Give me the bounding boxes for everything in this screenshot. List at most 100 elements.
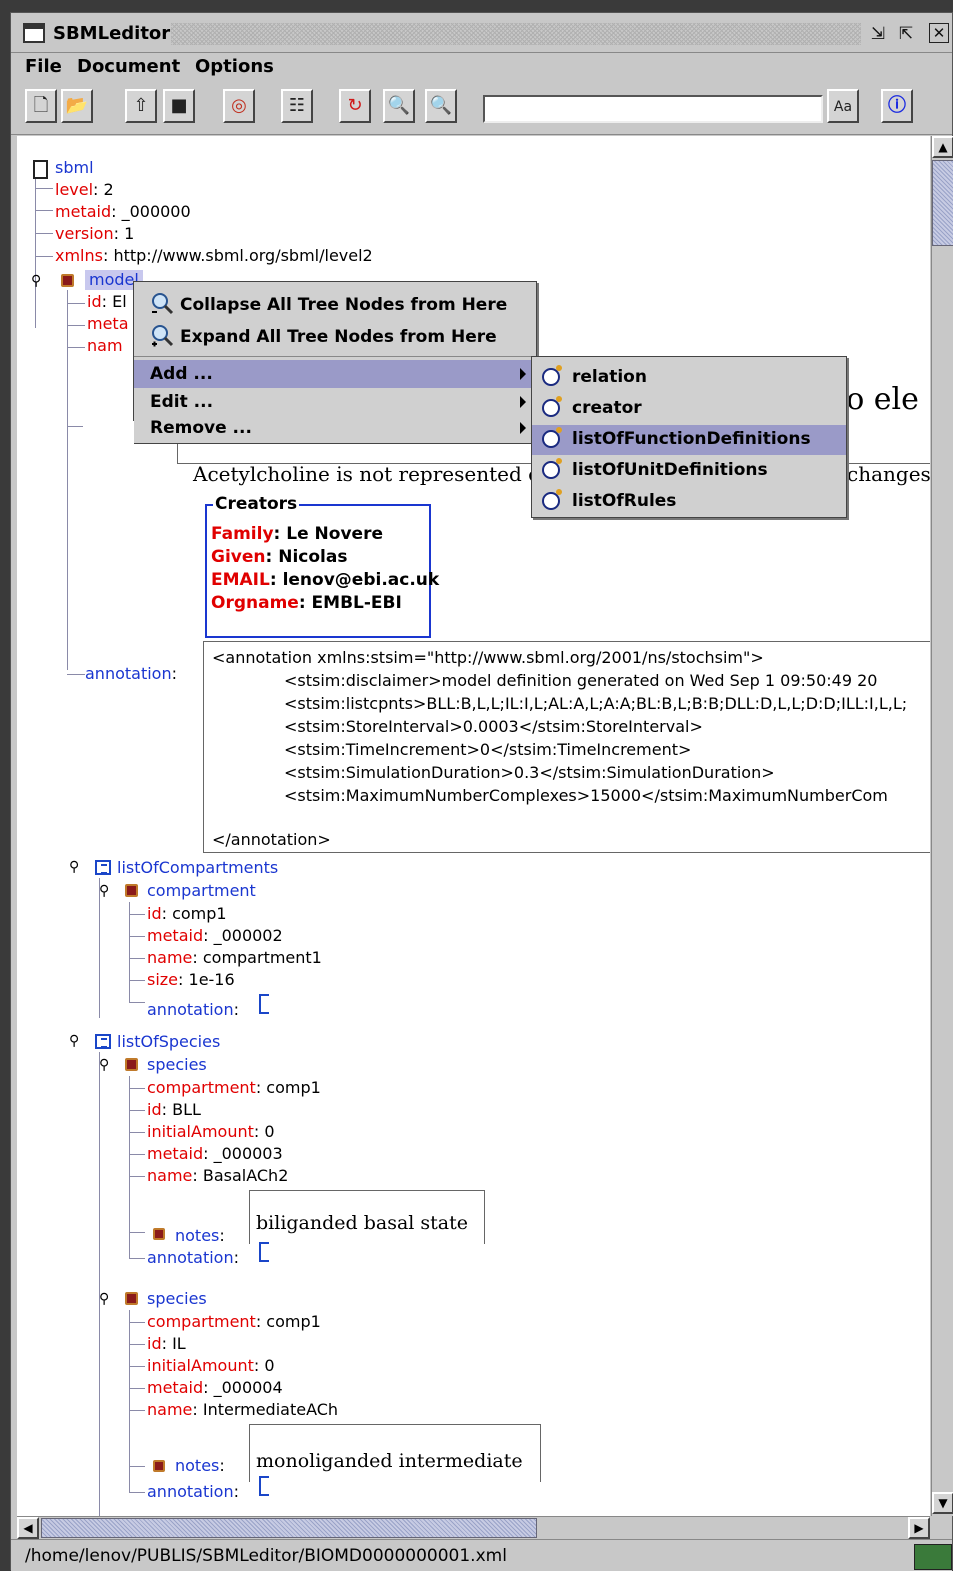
expand-all-item[interactable]: Expand All Tree Nodes from Here [134, 324, 536, 354]
zoom-out-button[interactable]: 🔍 [425, 89, 457, 123]
import-button[interactable]: ⇧ [125, 89, 157, 123]
empty-annotation-bracket[interactable] [259, 994, 269, 1014]
attr-key: metaid [55, 202, 112, 221]
attr-version[interactable]: version: 1 [55, 224, 134, 244]
notes-label[interactable]: notes: [175, 1226, 225, 1244]
attr-value: comp1 [167, 904, 227, 923]
info-button[interactable]: ⓘ [881, 89, 913, 123]
tree-node-species[interactable]: species [147, 1055, 207, 1075]
app-window: SBMLeditor ⇲ ⇱ ✕ File Document Options 🗋… [10, 12, 953, 1571]
import-icon: ⇧ [133, 95, 149, 116]
attr-id[interactable]: id: IL [147, 1334, 186, 1354]
menu-separator [134, 356, 536, 357]
creator-key: Given [211, 547, 266, 567]
open-button[interactable]: 📂 [61, 89, 93, 123]
expand-handle-icon[interactable]: ⚲ [69, 860, 79, 874]
vertical-scroll-thumb[interactable] [932, 160, 953, 246]
vertical-scrollbar[interactable]: ▲ ▼ [931, 136, 953, 1516]
close-icon[interactable]: ✕ [929, 23, 949, 43]
expand-handle-icon[interactable]: ⚲ [99, 1292, 109, 1306]
annotation-label[interactable]: annotation: [85, 664, 177, 684]
expand-handle-icon[interactable]: ⚲ [99, 1058, 109, 1072]
annotation-panel[interactable]: <annotation xmlns:stsim="http://www.sbml… [203, 641, 930, 853]
add-menu-item[interactable]: Add ... [134, 360, 536, 388]
save-button[interactable]: ■ [163, 89, 195, 123]
submenu-item-creator[interactable]: creator [532, 394, 846, 424]
zoom-in-button[interactable]: 🔍 [383, 89, 415, 123]
element-icon [125, 884, 138, 897]
status-bar: /home/lenov/PUBLIS/SBMLeditor/BIOMD00000… [11, 1539, 952, 1571]
collapse-all-item[interactable]: Collapse All Tree Nodes from Here [134, 292, 536, 322]
attr-compartment[interactable]: compartment: comp1 [147, 1312, 321, 1332]
attr-level[interactable]: level: 2 [55, 180, 114, 200]
menu-document[interactable]: Document [77, 56, 180, 77]
tree-node-listOfSpecies[interactable]: listOfSpecies [117, 1032, 220, 1052]
menu-file[interactable]: File [25, 56, 62, 77]
new-document-button[interactable]: 🗋 [25, 89, 57, 123]
attr-id[interactable]: id: comp1 [147, 904, 227, 924]
horizontal-scroll-thumb[interactable] [41, 1518, 537, 1538]
minimize-icon[interactable]: ⇲ [867, 23, 889, 45]
maximize-icon[interactable]: ⇱ [895, 23, 917, 45]
attr-key: initialAmount [147, 1122, 254, 1141]
title-bar[interactable]: SBMLeditor ⇲ ⇱ ✕ [11, 13, 952, 53]
scroll-left-arrow-icon[interactable]: ◀ [17, 1517, 39, 1539]
horizontal-scrollbar[interactable]: ◀ ▶ [17, 1516, 930, 1539]
submenu-item-listOfUnitDefinitions[interactable]: listOfUnitDefinitions [532, 456, 846, 486]
empty-annotation-bracket[interactable] [259, 1242, 269, 1262]
attr-name[interactable]: name: BasalACh2 [147, 1166, 288, 1186]
annotation-key: annotation [147, 1248, 234, 1267]
tree-node-listOfCompartments[interactable]: listOfCompartments [117, 858, 278, 878]
attr-value: _000003 [208, 1144, 283, 1163]
attr-metaid[interactable]: metaid: _000002 [147, 926, 283, 946]
attr-size[interactable]: size: 1e-16 [147, 970, 235, 990]
empty-annotation-bracket[interactable] [259, 1476, 269, 1496]
expand-handle-icon[interactable]: ⚲ [31, 274, 41, 288]
creator-value: : lenov@ebi.ac.uk [269, 570, 440, 590]
menu-options[interactable]: Options [195, 56, 274, 77]
tree-guide [129, 1232, 145, 1233]
remove-menu-item[interactable]: Remove ... [134, 416, 536, 444]
attr-metaid[interactable]: meta [87, 314, 129, 334]
search-input[interactable] [483, 95, 823, 123]
expand-handle-icon[interactable]: ⚲ [99, 884, 109, 898]
tree-guide [35, 188, 53, 189]
attr-name[interactable]: nam [87, 336, 123, 356]
remove-label: Remove ... [150, 418, 252, 438]
notes-label[interactable]: notes: [175, 1456, 225, 1476]
attr-metaid[interactable]: metaid: _000004 [147, 1378, 283, 1398]
tree-node-compartment[interactable]: compartment [147, 881, 256, 901]
attr-id[interactable]: id: El [87, 292, 127, 312]
attr-metaid[interactable]: metaid: _000000 [55, 202, 191, 222]
submenu-item-relation[interactable]: relation [532, 363, 846, 393]
attr-compartment[interactable]: compartment: comp1 [147, 1078, 321, 1098]
tree-node-sbml[interactable]: sbml [55, 158, 94, 178]
attr-xmlns[interactable]: xmlns: http://www.sbml.org/sbml/level2 [55, 246, 373, 266]
element-add-icon [542, 427, 562, 448]
scroll-down-arrow-icon[interactable]: ▼ [932, 1492, 953, 1514]
attr-name[interactable]: name: compartment1 [147, 948, 322, 968]
annotation-label[interactable]: annotation: [147, 1482, 239, 1502]
annotation-label[interactable]: annotation: [147, 1248, 239, 1268]
attr-id[interactable]: id: BLL [147, 1100, 201, 1120]
attr-initialAmount[interactable]: initialAmount: 0 [147, 1356, 275, 1376]
scroll-right-arrow-icon[interactable]: ▶ [908, 1517, 930, 1539]
attr-value: _000004 [208, 1378, 283, 1397]
attr-name[interactable]: name: IntermediateACh [147, 1400, 338, 1420]
properties-button[interactable]: ☷ [281, 89, 313, 123]
scroll-up-arrow-icon[interactable]: ▲ [932, 136, 953, 158]
validate-button[interactable]: ◎ [223, 89, 255, 123]
submenu-item-listOfFunctionDefinitions[interactable]: listOfFunctionDefinitions [532, 425, 846, 455]
attr-key: size [147, 970, 179, 989]
annotation-label[interactable]: annotation: [147, 1000, 239, 1020]
attr-initialAmount[interactable]: initialAmount: 0 [147, 1122, 275, 1142]
edit-menu-item[interactable]: Edit ... [134, 388, 536, 416]
refresh-button[interactable]: ↻ [339, 89, 371, 123]
attr-metaid[interactable]: metaid: _000003 [147, 1144, 283, 1164]
submenu-item-listOfRules[interactable]: listOfRules [532, 487, 846, 517]
find-text-button[interactable]: Aa [827, 89, 859, 123]
tree-view[interactable]: sbml level: 2 metaid: _000000 version: 1… [17, 136, 930, 1516]
expand-handle-icon[interactable]: ⚲ [69, 1034, 79, 1048]
tree-guide [99, 878, 100, 1018]
tree-node-species[interactable]: species [147, 1289, 207, 1309]
